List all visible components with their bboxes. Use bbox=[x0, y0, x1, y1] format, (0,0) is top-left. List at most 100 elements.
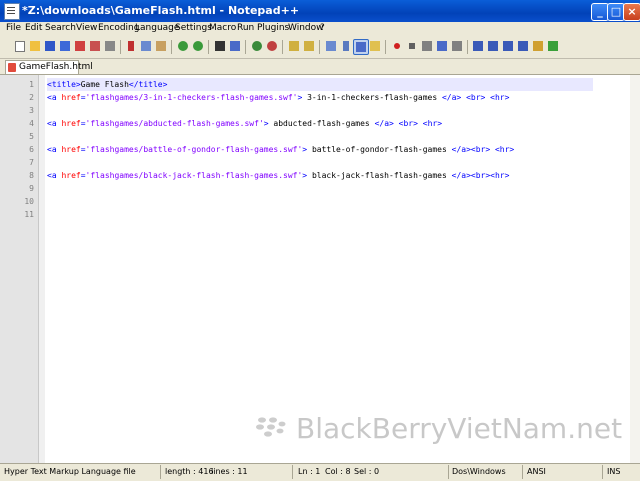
sync-vertical-icon bbox=[289, 41, 299, 51]
menu-search[interactable]: Search bbox=[45, 23, 76, 33]
code-line[interactable] bbox=[47, 208, 593, 221]
code-token: <hr> bbox=[490, 93, 510, 102]
record-icon bbox=[394, 43, 400, 49]
indent-guide-button[interactable] bbox=[353, 39, 369, 55]
record-macro-button[interactable] bbox=[390, 39, 404, 53]
menu-window[interactable]: Window bbox=[288, 23, 324, 33]
close-file-icon bbox=[75, 41, 85, 51]
code-token: 'flashgames/battle-of-gondor-flash-games… bbox=[85, 145, 303, 154]
close-all-button[interactable] bbox=[88, 39, 102, 53]
move-down-button[interactable] bbox=[501, 39, 515, 53]
print-button[interactable] bbox=[103, 39, 117, 53]
fold-margin[interactable] bbox=[39, 75, 45, 463]
move-up-button[interactable] bbox=[471, 39, 485, 53]
menu-encoding[interactable]: Encoding bbox=[98, 23, 139, 33]
blackberry-logo-icon bbox=[256, 417, 286, 437]
code-token: </title> bbox=[128, 80, 168, 89]
watermark-text: BlackBerryVietNam.net bbox=[296, 412, 623, 445]
folder-button[interactable] bbox=[531, 39, 545, 53]
tab-label: GameFlash.html bbox=[19, 62, 93, 72]
line-number: 8 bbox=[29, 171, 34, 180]
notepad-app-icon[interactable] bbox=[4, 3, 20, 20]
code-line[interactable] bbox=[47, 130, 593, 143]
code-line[interactable]: <a href='flashgames/black-jack-flash-fla… bbox=[47, 169, 593, 182]
menu-language[interactable]: Language bbox=[135, 23, 179, 33]
find-button[interactable] bbox=[213, 39, 227, 53]
copy-button[interactable] bbox=[139, 39, 153, 53]
status-encoding[interactable]: ANSI bbox=[527, 467, 546, 476]
indent-guide-icon bbox=[356, 42, 366, 52]
close-window-button[interactable]: × bbox=[623, 3, 640, 21]
line-number: 2 bbox=[29, 93, 34, 102]
maximize-icon: □ bbox=[610, 5, 622, 18]
bookmark-button[interactable] bbox=[516, 39, 530, 53]
new-file-button[interactable] bbox=[13, 39, 27, 53]
code-text[interactable]: <title>Game Flash</title> <a href='flashg… bbox=[47, 78, 593, 221]
menu-settings[interactable]: Settings bbox=[175, 23, 212, 33]
cut-button[interactable] bbox=[124, 39, 138, 53]
code-token: href bbox=[61, 171, 81, 180]
stop-icon bbox=[409, 43, 415, 49]
run-macro-multiple-button[interactable] bbox=[435, 39, 449, 53]
move-triangle-button[interactable] bbox=[486, 39, 500, 53]
word-wrap-icon bbox=[326, 41, 336, 51]
code-token: black-jack-flash-flash-games bbox=[311, 171, 452, 180]
paste-icon bbox=[156, 41, 166, 51]
menu-help[interactable]: ? bbox=[320, 23, 325, 33]
line-number: 11 bbox=[24, 210, 34, 219]
menu-edit[interactable]: Edit bbox=[25, 23, 42, 33]
toolbar-separator bbox=[467, 40, 468, 54]
code-line[interactable]: <a href='flashgames/battle-of-gondor-fla… bbox=[47, 143, 593, 156]
line-number: 10 bbox=[24, 197, 34, 206]
save-all-button[interactable] bbox=[58, 39, 72, 53]
code-token: > bbox=[263, 119, 274, 128]
replace-button[interactable] bbox=[228, 39, 242, 53]
code-token: 3-in-1-checkers-flash-games bbox=[307, 93, 442, 102]
toolbar-separator bbox=[245, 40, 246, 54]
save-macro-button[interactable] bbox=[450, 39, 464, 53]
status-divider bbox=[602, 465, 603, 479]
tab-gameflash[interactable]: GameFlash.html bbox=[5, 60, 93, 75]
open-file-button[interactable] bbox=[28, 39, 42, 53]
code-line[interactable]: <title>Game Flash</title> bbox=[47, 78, 593, 91]
save-button[interactable] bbox=[43, 39, 57, 53]
close-button[interactable] bbox=[73, 39, 87, 53]
code-token: </a> bbox=[441, 93, 462, 102]
triangle-down-icon bbox=[503, 41, 513, 51]
status-file-type: Hyper Text Markup Language file bbox=[4, 467, 136, 476]
menu-run[interactable]: Run bbox=[237, 23, 254, 33]
sync-vertical-button[interactable] bbox=[287, 39, 301, 53]
menu-macro[interactable]: Macro bbox=[209, 23, 236, 33]
menu-view[interactable]: View bbox=[76, 23, 97, 33]
stop-recording-button[interactable] bbox=[405, 39, 419, 53]
status-eol-format[interactable]: Dos\Windows bbox=[452, 467, 506, 476]
vertical-scrollbar[interactable] bbox=[630, 75, 640, 463]
cut-icon bbox=[128, 41, 134, 51]
sync-horizontal-button[interactable] bbox=[302, 39, 316, 53]
menu-plugins[interactable]: Plugins bbox=[257, 23, 289, 33]
editor-area[interactable]: 1 2 3 4 5 6 7 8 9 10 11 <title>Game Flash</title> <… bbox=[0, 74, 640, 463]
playback-macro-button[interactable] bbox=[420, 39, 434, 53]
close-icon: × bbox=[627, 5, 637, 18]
zoom-in-button[interactable] bbox=[250, 39, 264, 53]
code-line[interactable] bbox=[47, 104, 593, 117]
code-line[interactable] bbox=[47, 182, 593, 195]
undo-button[interactable] bbox=[176, 39, 190, 53]
code-line[interactable] bbox=[47, 195, 593, 208]
spell-check-button[interactable] bbox=[546, 39, 560, 53]
show-all-chars-button[interactable] bbox=[339, 39, 353, 53]
window-title: *Z:\downloads\GameFlash.html - Notepad++ bbox=[22, 4, 300, 17]
code-line[interactable]: <a href='flashgames/abducted-flash-games… bbox=[47, 117, 593, 130]
user-defined-language-button[interactable] bbox=[368, 39, 382, 53]
zoom-out-button[interactable] bbox=[265, 39, 279, 53]
save-macro-icon bbox=[452, 41, 462, 51]
status-insert-mode[interactable]: INS bbox=[607, 467, 620, 476]
redo-button[interactable] bbox=[191, 39, 205, 53]
paste-button[interactable] bbox=[154, 39, 168, 53]
unsaved-document-icon bbox=[8, 63, 16, 72]
menu-file[interactable]: File bbox=[6, 23, 21, 33]
code-line[interactable]: <a href='flashgames/3-in-1-checkers-flas… bbox=[47, 91, 593, 104]
code-line[interactable] bbox=[47, 156, 593, 169]
word-wrap-button[interactable] bbox=[324, 39, 338, 53]
code-token: > bbox=[302, 171, 312, 180]
